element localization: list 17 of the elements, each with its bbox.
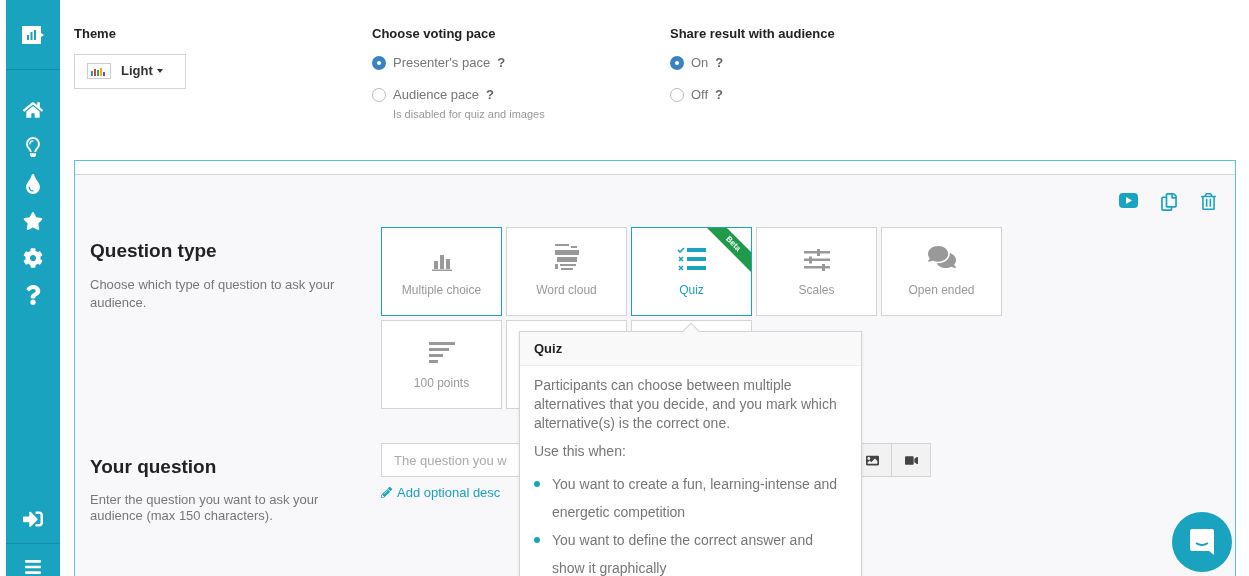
tooltip-title: Quiz (534, 339, 563, 358)
tooltip-bullet: You want to define the correct answer and show it graphically (552, 531, 814, 576)
section-label: Share result with audience (670, 25, 835, 43)
option-label: Presenter's pace (393, 53, 491, 72)
option-label: On (691, 53, 709, 72)
section-description: Enter the question you want to ask your audience (max 150 characters). (90, 491, 320, 524)
tooltip-subheading: Use this when: (534, 442, 627, 461)
section-description: Choose which type of question to ask your audience. (90, 275, 336, 312)
option-note: Is disabled for quiz and images (393, 106, 546, 122)
tooltip-bullet: You want to create a fun, learning-intense and energetic competition (552, 475, 839, 522)
section-title: Your question (90, 455, 218, 479)
tooltip-text: Participants can choose between multiple alternatives that you decide, and you mark which alternative(s) is the correct one. (534, 376, 838, 433)
section-label: Theme (74, 25, 117, 43)
section-label: Choose voting pace (372, 25, 497, 43)
option-label: Audience pace (393, 85, 479, 104)
option-label: Off (691, 85, 709, 104)
section-title: Question type (90, 239, 218, 263)
